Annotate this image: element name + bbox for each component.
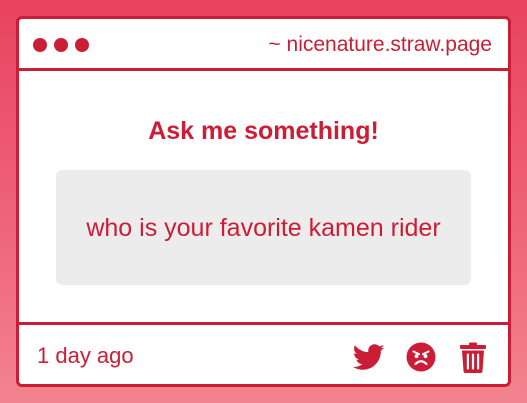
- angry-face-icon: [406, 342, 436, 372]
- card-footer: 1 day ago: [19, 322, 508, 384]
- report-button[interactable]: [404, 341, 438, 373]
- page-title: Ask me something!: [148, 117, 379, 145]
- question-text: who is your favorite kamen rider: [86, 213, 441, 242]
- trash-icon: [460, 342, 486, 373]
- window-controls: [33, 38, 89, 52]
- question-card: ~ nicenature.straw.page Ask me something…: [16, 16, 511, 387]
- twitter-icon: [353, 343, 385, 370]
- action-bar: [352, 341, 490, 373]
- question-box: who is your favorite kamen rider: [56, 170, 471, 285]
- delete-button[interactable]: [456, 341, 490, 373]
- window-titlebar: ~ nicenature.straw.page: [19, 19, 508, 71]
- twitter-share-button[interactable]: [352, 341, 386, 373]
- window-control-dot: [75, 38, 89, 52]
- window-control-dot: [33, 38, 47, 52]
- site-url[interactable]: ~ nicenature.straw.page: [268, 32, 492, 58]
- main-content: Ask me something! who is your favorite k…: [19, 71, 508, 322]
- timestamp: 1 day ago: [37, 343, 134, 368]
- window-control-dot: [54, 38, 68, 52]
